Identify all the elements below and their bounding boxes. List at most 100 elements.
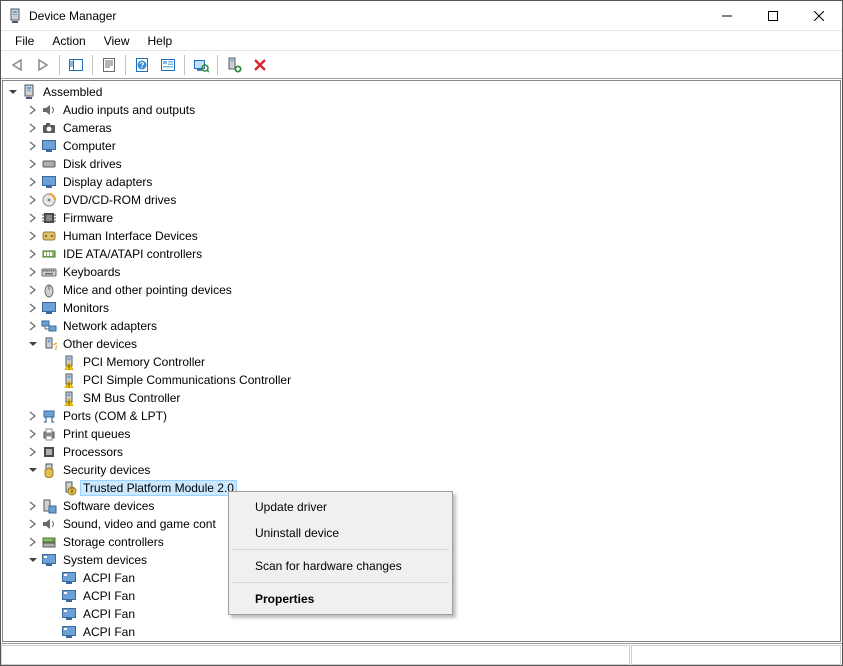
expand-arrow-icon[interactable] <box>25 444 41 460</box>
tree-category[interactable]: Monitors <box>3 299 840 317</box>
category-label: Other devices <box>61 337 139 351</box>
tree-category[interactable]: Network adapters <box>3 317 840 335</box>
expand-arrow-icon[interactable] <box>25 426 41 442</box>
expand-arrow-icon[interactable] <box>25 300 41 316</box>
status-pane-secondary <box>631 645 841 665</box>
expand-arrow-icon[interactable] <box>25 138 41 154</box>
category-label: Cameras <box>61 121 114 135</box>
expand-arrow-icon[interactable] <box>25 174 41 190</box>
tree-category[interactable]: Computer <box>3 137 840 155</box>
device-label: ACPI Fan <box>81 571 137 585</box>
svg-text:!: ! <box>68 366 70 371</box>
expand-arrow-icon[interactable] <box>25 102 41 118</box>
category-label: Monitors <box>61 301 111 315</box>
device-label: Trusted Platform Module 2.0 <box>81 481 236 495</box>
tree-category[interactable]: ? Other devices <box>3 335 840 353</box>
device-label: PCI Memory Controller <box>81 355 207 369</box>
tree-root[interactable]: Assembled <box>3 83 840 101</box>
window-controls <box>704 1 842 30</box>
cpu-icon <box>41 444 57 460</box>
expand-arrow-icon[interactable] <box>25 120 41 136</box>
tree-category[interactable]: Audio inputs and outputs <box>3 101 840 119</box>
category-label: Storage controllers <box>61 535 166 549</box>
tree-device[interactable]: ACPI Fan <box>3 623 840 641</box>
scan-hardware-button[interactable] <box>189 53 213 77</box>
expand-arrow-icon[interactable] <box>25 534 41 550</box>
tree-device[interactable]: ! SM Bus Controller <box>3 389 840 407</box>
tree-category[interactable]: Keyboards <box>3 263 840 281</box>
disc-icon <box>41 192 57 208</box>
tree-category[interactable]: Firmware <box>3 209 840 227</box>
minimize-button[interactable] <box>704 1 750 31</box>
expand-arrow-icon[interactable] <box>25 516 41 532</box>
tree-category[interactable]: Ports (COM & LPT) <box>3 407 840 425</box>
camera-icon <box>41 120 57 136</box>
add-legacy-button[interactable] <box>222 53 246 77</box>
menu-help[interactable]: Help <box>140 32 181 50</box>
context-menu: Update driverUninstall device Scan for ha… <box>228 491 453 615</box>
collapse-arrow-icon[interactable] <box>25 552 41 568</box>
expand-arrow-icon[interactable] <box>25 498 41 514</box>
context-menu-item[interactable]: Uninstall device <box>231 520 450 546</box>
tree-category[interactable]: Disk drives <box>3 155 840 173</box>
expand-arrow-icon[interactable] <box>25 318 41 334</box>
tree-device[interactable]: ! PCI Simple Communications Controller <box>3 371 840 389</box>
back-button[interactable] <box>5 53 29 77</box>
expand-arrow-icon[interactable] <box>25 192 41 208</box>
menu-view[interactable]: View <box>96 32 138 50</box>
action-center-button[interactable] <box>156 53 180 77</box>
help-button[interactable]: ? <box>130 53 154 77</box>
expand-arrow-icon[interactable] <box>25 156 41 172</box>
expand-arrow-icon[interactable] <box>25 264 41 280</box>
system-icon <box>61 588 77 604</box>
tree-category[interactable]: Human Interface Devices <box>3 227 840 245</box>
properties-button[interactable] <box>97 53 121 77</box>
context-menu-item[interactable]: Scan for hardware changes <box>231 553 450 579</box>
expand-arrow-icon[interactable] <box>25 408 41 424</box>
tpm-icon <box>61 480 77 496</box>
expand-arrow-icon[interactable] <box>25 210 41 226</box>
close-button[interactable] <box>796 1 842 31</box>
tree-category[interactable]: DVD/CD-ROM drives <box>3 191 840 209</box>
tree-category[interactable]: Mice and other pointing devices <box>3 281 840 299</box>
tree-category[interactable]: Cameras <box>3 119 840 137</box>
menu-action[interactable]: Action <box>44 32 93 50</box>
menu-bar: File Action View Help <box>1 31 842 51</box>
context-menu-item[interactable]: Update driver <box>231 494 450 520</box>
expand-arrow-icon[interactable] <box>25 228 41 244</box>
system-icon <box>61 624 77 640</box>
tree-category[interactable]: Print queues <box>3 425 840 443</box>
category-label: DVD/CD-ROM drives <box>61 193 178 207</box>
toolbar-separator <box>184 55 185 75</box>
tree-category[interactable]: Security devices <box>3 461 840 479</box>
maximize-button[interactable] <box>750 1 796 31</box>
show-hide-tree-button[interactable] <box>64 53 88 77</box>
tree-device[interactable]: ! PCI Memory Controller <box>3 353 840 371</box>
forward-button[interactable] <box>31 53 55 77</box>
context-menu-item[interactable]: Properties <box>231 586 450 612</box>
collapse-arrow-icon[interactable] <box>25 462 41 478</box>
tree-category[interactable]: Display adapters <box>3 173 840 191</box>
context-menu-separator <box>232 582 449 583</box>
warn-icon: ! <box>61 390 77 406</box>
category-label: Firmware <box>61 211 115 225</box>
menu-file[interactable]: File <box>7 32 42 50</box>
keyboard-icon <box>41 264 57 280</box>
category-label: Computer <box>61 139 118 153</box>
spacer <box>45 480 61 496</box>
uninstall-button[interactable] <box>248 53 272 77</box>
tree-category[interactable]: IDE ATA/ATAPI controllers <box>3 245 840 263</box>
window-title: Device Manager <box>29 9 116 23</box>
expand-arrow-icon[interactable] <box>5 84 21 100</box>
storage-icon <box>41 534 57 550</box>
system-icon <box>41 552 57 568</box>
tree-category[interactable]: Processors <box>3 443 840 461</box>
title-bar: Device Manager <box>1 1 842 31</box>
category-label: System devices <box>61 553 149 567</box>
spacer <box>45 588 61 604</box>
collapse-arrow-icon[interactable] <box>25 336 41 352</box>
device-label: PCI Simple Communications Controller <box>81 373 293 387</box>
expand-arrow-icon[interactable] <box>25 282 41 298</box>
expand-arrow-icon[interactable] <box>25 246 41 262</box>
computer-icon <box>21 84 37 100</box>
